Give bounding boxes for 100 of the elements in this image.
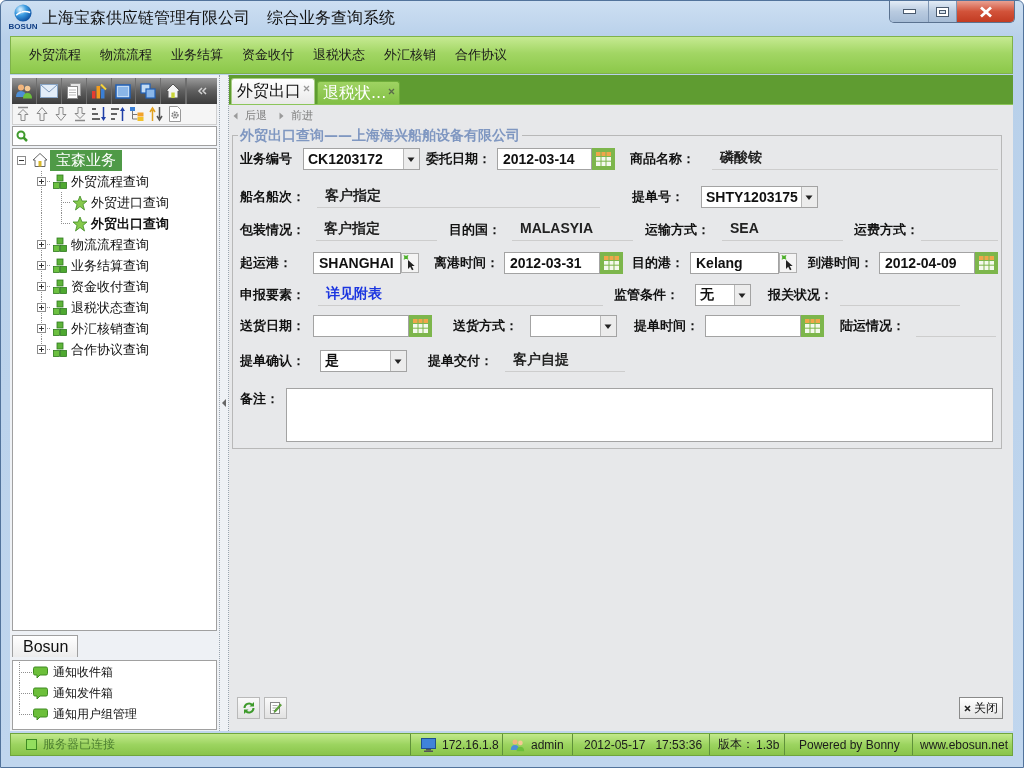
website-text: www.ebosun.net	[920, 737, 1009, 752]
tree-toggle-icon[interactable]	[36, 240, 46, 249]
move-top-icon[interactable]	[15, 106, 31, 122]
minimize-icon	[902, 9, 916, 14]
restore-icon	[936, 6, 949, 17]
refresh-icon	[241, 701, 256, 715]
tree-toggle-icon[interactable]	[36, 177, 46, 186]
tree-toggle-icon[interactable]	[36, 261, 46, 270]
combo-box[interactable]: 无	[695, 284, 751, 306]
attachment-link[interactable]: 详见附表	[326, 285, 382, 301]
documents-icon[interactable]	[65, 83, 82, 99]
tree-item[interactable]: 外贸进口查询	[90, 193, 170, 212]
date-field[interactable]: 2012-03-31	[504, 252, 600, 274]
collapse-arrow-icon[interactable]	[222, 399, 226, 407]
close-button[interactable]: 关闭	[959, 697, 1003, 719]
notification-item[interactable]: 通知用户组管理	[53, 706, 137, 723]
tree-item[interactable]: 外贸流程查询	[70, 172, 150, 191]
caret-icon[interactable]	[390, 351, 406, 371]
combo-box[interactable]: SHTY1203175	[701, 186, 818, 208]
field-label: 船名船次：	[240, 188, 305, 206]
tree-item[interactable]: 资金收付查询	[70, 277, 150, 296]
status-time: 17:53:36	[655, 737, 703, 752]
chart-icon[interactable]	[90, 83, 107, 99]
field-label: 提单交付：	[428, 352, 493, 370]
blocks-icon	[52, 341, 68, 358]
field-label: 委托日期：	[426, 150, 491, 168]
tree-toggle-icon[interactable]	[36, 324, 46, 333]
users-icon	[510, 737, 525, 752]
date-field[interactable]	[313, 315, 409, 337]
minimize-button[interactable]	[890, 1, 929, 22]
sort-ascending-icon[interactable]	[91, 106, 107, 122]
notification-item[interactable]: 通知收件箱	[53, 664, 113, 681]
cursor-icon[interactable]	[779, 253, 797, 273]
notification-item[interactable]: 通知发件箱	[53, 685, 113, 702]
field-label: 到港时间：	[808, 254, 873, 272]
window-icon[interactable]	[115, 83, 132, 99]
tree-item[interactable]: 合作协议查询	[70, 340, 150, 359]
tree-item[interactable]: 退税状态查询	[70, 298, 150, 317]
field-label: 包装情况：	[240, 221, 305, 239]
tree-toggle-icon[interactable]	[16, 155, 26, 165]
edit-button[interactable]	[264, 697, 287, 719]
menu-item[interactable]: 业务结算	[171, 46, 223, 64]
remarks-field[interactable]	[286, 388, 993, 442]
menu-item[interactable]: 退税状态	[313, 46, 365, 64]
sort-arrows-icon[interactable]	[148, 106, 164, 122]
menu-item[interactable]: 物流流程	[100, 46, 152, 64]
tree-item[interactable]: 业务结算查询	[70, 256, 150, 275]
caret-icon[interactable]	[801, 187, 817, 207]
tree-toggle-icon[interactable]	[36, 282, 46, 291]
field-label: 商品名称：	[630, 150, 695, 168]
credit-text: Powered by Bonny	[799, 737, 900, 752]
restore-button[interactable]	[929, 1, 957, 22]
field-label: 运费方式：	[854, 221, 919, 239]
tree-item[interactable]: 物流流程查询	[70, 235, 150, 254]
windows-icon[interactable]	[140, 83, 157, 99]
combo-box[interactable]: CK1203172	[303, 148, 420, 170]
close-icon[interactable]	[388, 88, 396, 95]
home-icon[interactable]	[165, 83, 182, 99]
move-down-icon[interactable]	[53, 106, 69, 122]
sort-descending-icon[interactable]	[110, 106, 126, 122]
connection-status: 服务器已连接	[43, 736, 115, 753]
caret-icon[interactable]	[600, 316, 616, 336]
mail-icon[interactable]	[39, 84, 58, 98]
refresh-button[interactable]	[237, 697, 260, 719]
menu-item[interactable]: 合作协议	[455, 46, 507, 64]
tree-toggle-icon[interactable]	[36, 345, 46, 354]
text-field[interactable]: SHANGHAI	[313, 252, 401, 274]
date-field[interactable]	[705, 315, 801, 337]
caret-icon[interactable]	[403, 149, 419, 169]
search-field[interactable]	[12, 126, 217, 146]
text-field[interactable]: Kelang	[690, 252, 779, 274]
document-settings-icon[interactable]	[167, 106, 183, 122]
cursor-icon[interactable]	[401, 253, 419, 273]
readonly-field: 客户指定	[316, 219, 437, 241]
collapse-icon[interactable]	[197, 87, 208, 95]
users-icon[interactable]	[14, 83, 33, 99]
tab[interactable]: 外贸出口	[231, 78, 315, 104]
field-label: 起运港：	[240, 254, 292, 272]
tree-toggle-icon[interactable]	[36, 303, 46, 312]
menu-item[interactable]: 外贸流程	[29, 46, 81, 64]
speech-bubble-icon	[33, 708, 48, 721]
menu-item[interactable]: 外汇核销	[384, 46, 436, 64]
blocks-icon	[52, 320, 68, 337]
date-field[interactable]: 2012-04-09	[879, 252, 975, 274]
ip-address: 172.16.1.8	[442, 737, 499, 752]
tree-item[interactable]: 外汇核销查询	[70, 319, 150, 338]
home-icon	[32, 152, 48, 168]
close-icon	[978, 5, 993, 18]
date-field[interactable]: 2012-03-14	[497, 148, 592, 170]
close-icon[interactable]	[303, 85, 310, 92]
tree-item[interactable]: 外贸出口查询	[90, 214, 170, 233]
hierarchy-icon[interactable]	[129, 106, 145, 122]
menu-item[interactable]: 资金收付	[242, 46, 294, 64]
caret-icon[interactable]	[734, 285, 750, 305]
app-name: 综合业务查询系统	[267, 8, 395, 28]
readonly-field: 客户指定	[317, 186, 600, 208]
combo-box[interactable]: 是	[320, 350, 407, 372]
close-button[interactable]	[957, 1, 1014, 22]
move-up-icon[interactable]	[34, 106, 50, 122]
panel-tab[interactable]: Bosun	[12, 635, 79, 657]
